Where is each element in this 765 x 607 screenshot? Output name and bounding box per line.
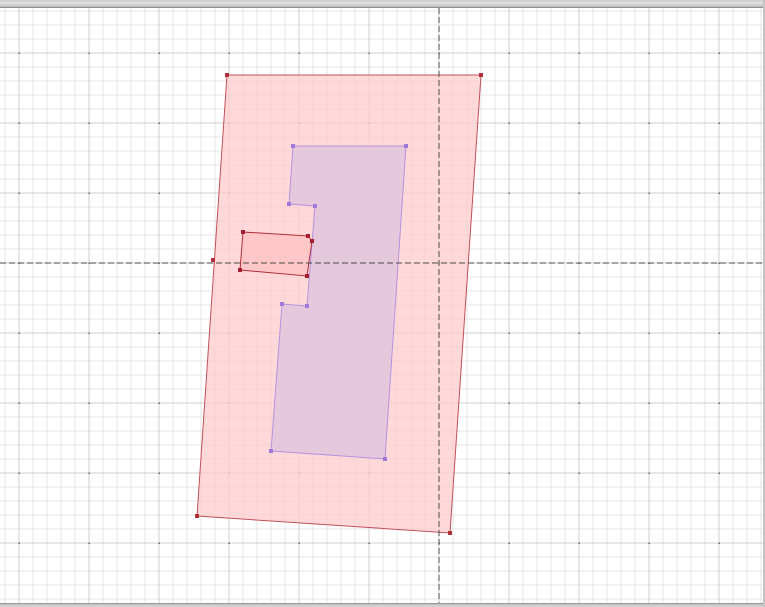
grid-dot <box>578 542 580 544</box>
grid-dot <box>508 192 510 194</box>
vertex-handle[interactable] <box>211 258 215 262</box>
grid-dot <box>88 192 90 194</box>
grid-dot <box>18 52 20 54</box>
grid-dot <box>298 542 300 544</box>
grid-dot <box>508 472 510 474</box>
drawing-canvas-window <box>0 0 765 607</box>
grid-dot <box>578 332 580 334</box>
vertex-handle[interactable] <box>280 302 284 306</box>
drawing-canvas[interactable] <box>0 0 765 607</box>
grid-dot <box>648 52 650 54</box>
grid-dot <box>368 542 370 544</box>
grid-dot <box>88 122 90 124</box>
grid-dot <box>88 542 90 544</box>
grid-dot <box>158 402 160 404</box>
vertex-handle[interactable] <box>287 202 291 206</box>
vertex-handle[interactable] <box>479 73 483 77</box>
grid-dot <box>718 332 720 334</box>
grid-dot <box>578 402 580 404</box>
window-bottom-border <box>0 603 765 607</box>
grid-dot <box>648 122 650 124</box>
grid-dot <box>508 542 510 544</box>
grid-dot <box>718 52 720 54</box>
grid-dot <box>718 402 720 404</box>
grid-dot <box>158 52 160 54</box>
grid-dot <box>88 52 90 54</box>
vertex-handle[interactable] <box>238 268 242 272</box>
grid-dot <box>88 262 90 264</box>
grid-dot <box>88 472 90 474</box>
grid-dot <box>298 52 300 54</box>
vertex-handle[interactable] <box>225 73 229 77</box>
grid-dot <box>18 192 20 194</box>
grid-dot <box>578 122 580 124</box>
grid-dot <box>718 472 720 474</box>
grid-dot <box>718 192 720 194</box>
grid-dot <box>718 262 720 264</box>
grid-dot <box>228 542 230 544</box>
vertex-handle[interactable] <box>404 144 408 148</box>
vertex-handle[interactable] <box>305 274 309 278</box>
grid-dot <box>648 192 650 194</box>
grid-dot <box>18 122 20 124</box>
grid-dot <box>158 542 160 544</box>
vertex-handle[interactable] <box>305 304 309 308</box>
small-room-polygon[interactable] <box>239 231 313 277</box>
grid-dot <box>508 402 510 404</box>
grid-dot <box>718 122 720 124</box>
vertex-handle[interactable] <box>195 514 199 518</box>
grid-dot <box>18 402 20 404</box>
grid-dot <box>648 332 650 334</box>
grid-dot <box>578 192 580 194</box>
vertex-handle[interactable] <box>269 449 273 453</box>
grid-dot <box>228 52 230 54</box>
grid-dot <box>158 192 160 194</box>
vertex-handle[interactable] <box>241 230 245 234</box>
grid-dot <box>508 52 510 54</box>
grid-dot <box>158 122 160 124</box>
grid-dot <box>88 402 90 404</box>
grid-dot <box>508 332 510 334</box>
grid-dot <box>648 402 650 404</box>
vertex-handle[interactable] <box>291 144 295 148</box>
grid-dot <box>648 472 650 474</box>
grid-dot <box>88 332 90 334</box>
grid-dot <box>18 472 20 474</box>
grid-dot <box>578 52 580 54</box>
grid-dot <box>718 542 720 544</box>
grid-dot <box>18 332 20 334</box>
vertex-handle[interactable] <box>448 531 452 535</box>
vertex-handle[interactable] <box>383 457 387 461</box>
grid-dot <box>648 542 650 544</box>
vertex-handle[interactable] <box>306 234 310 238</box>
grid-dot <box>158 472 160 474</box>
vertex-handle[interactable] <box>310 239 314 243</box>
grid-dot <box>158 332 160 334</box>
grid-dot <box>368 52 370 54</box>
grid-dot <box>508 122 510 124</box>
grid-dot <box>18 542 20 544</box>
vertex-handle[interactable] <box>313 204 317 208</box>
grid-dot <box>578 472 580 474</box>
